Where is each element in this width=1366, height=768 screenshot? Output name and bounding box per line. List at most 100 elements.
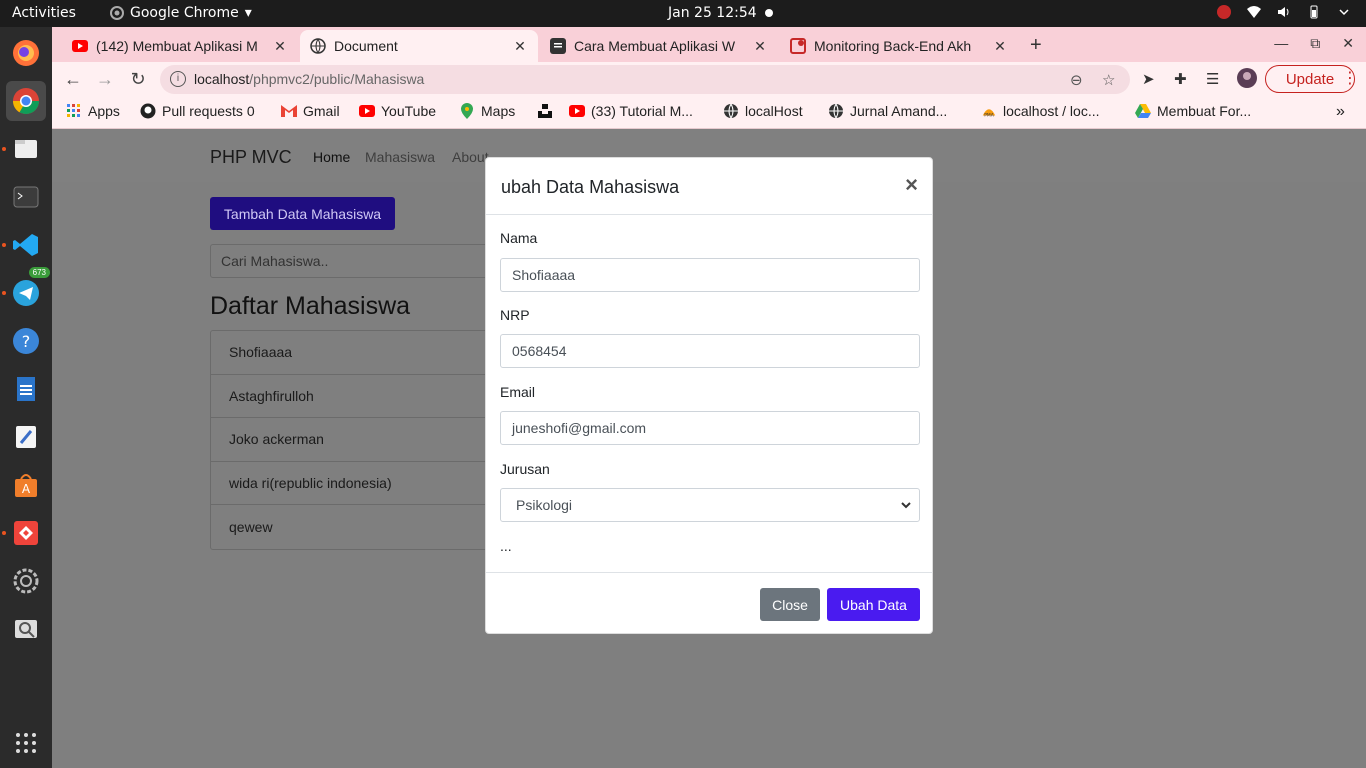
site-brand[interactable]: PHP MVC (210, 147, 292, 168)
cursor-extension-icon[interactable]: ➤ (1142, 70, 1155, 88)
text-editor-icon (16, 426, 36, 448)
tab-close-icon[interactable]: ✕ (992, 38, 1008, 55)
bookmark-apps[interactable]: Apps (66, 103, 120, 119)
apps-grid-icon (66, 103, 82, 119)
bookmarks-bar: Apps Pull requests 0 Gmail YouTube Maps … (52, 96, 1366, 129)
new-tab-plus-icon[interactable]: + (1030, 34, 1042, 57)
telegram-dock-item[interactable]: 673 (6, 267, 50, 313)
search-input[interactable]: Cari Mahasiswa.. (210, 244, 510, 278)
volume-icon[interactable] (1276, 4, 1292, 20)
tab-cara-membuat[interactable]: Cara Membuat Aplikasi W ✕ (540, 30, 778, 62)
jurusan-select[interactable]: Psikologi (500, 488, 920, 522)
list-item[interactable]: Shofiaaaa (211, 331, 509, 375)
tab-title: Monitoring Back-End Akh (814, 38, 972, 54)
power-menu-icon[interactable] (1336, 4, 1352, 20)
wifi-icon[interactable] (1246, 4, 1262, 20)
reading-list-icon[interactable]: ☰ (1206, 70, 1219, 88)
list-item[interactable]: Astaghfirulloh (211, 375, 509, 419)
terminal-dock-item[interactable] (6, 177, 46, 217)
close-window-icon[interactable]: ✕ (1342, 35, 1354, 52)
bookmark-label: localHost (745, 103, 803, 119)
help-dock-item[interactable]: ? (6, 321, 46, 361)
back-arrow-icon[interactable]: ← (62, 68, 84, 90)
activities-button[interactable]: Activities (12, 5, 76, 21)
bookmark-maps[interactable]: Maps (459, 103, 515, 119)
tab-close-icon[interactable]: ✕ (752, 38, 768, 55)
site-info-icon[interactable]: i (170, 71, 186, 87)
ubah-data-button[interactable]: Ubah Data (827, 588, 920, 621)
extensions-puzzle-icon[interactable]: ✚ (1174, 70, 1187, 88)
battery-icon[interactable] (1306, 4, 1322, 20)
list-item[interactable]: qewew (211, 505, 509, 549)
bookmark-unsplash[interactable] (537, 103, 553, 119)
url-text[interactable]: localhost/phpmvc2/public/Mahasiswa (194, 71, 424, 87)
nama-input[interactable]: Shofiaaaa (500, 258, 920, 292)
unsplash-icon (537, 103, 553, 119)
list-item[interactable]: wida ri(republic indonesia) (211, 462, 509, 506)
nav-home[interactable]: Home (313, 149, 350, 165)
reload-icon[interactable]: ↻ (127, 68, 149, 90)
tab-close-icon[interactable]: ✕ (272, 38, 288, 55)
bookmark-label: Jurnal Amand... (850, 103, 948, 119)
bookmark-membuat[interactable]: Membuat For... (1135, 103, 1251, 119)
screenshot-dock-item[interactable] (6, 609, 46, 649)
anydesk-dock-item[interactable] (6, 513, 46, 553)
tab-document[interactable]: Document ✕ (300, 30, 538, 62)
bookmark-jurnal[interactable]: Jurnal Amand... (828, 103, 947, 119)
bookmark-star-icon[interactable]: ☆ (1102, 71, 1115, 89)
chrome-dock-item[interactable] (6, 81, 46, 121)
close-button[interactable]: Close (760, 588, 820, 621)
bookmark-phpmyadmin[interactable]: PMA localhost / loc... (981, 103, 1100, 119)
tab-youtube[interactable]: (142) Membuat Aplikasi M ✕ (62, 30, 298, 62)
add-student-button[interactable]: Tambah Data Mahasiswa (210, 197, 395, 230)
bookmark-localhost[interactable]: localHost (723, 103, 803, 119)
gmail-icon (281, 103, 297, 119)
modal-close-icon[interactable]: × (905, 172, 918, 198)
notification-dot (765, 9, 773, 17)
menu-kebab-icon[interactable]: ⋮ (1342, 68, 1358, 88)
settings-dock-item[interactable] (6, 561, 46, 601)
globe-icon (828, 103, 844, 119)
nav-about[interactable]: About (452, 149, 489, 165)
more-bookmarks-chevron-icon[interactable]: » (1336, 103, 1345, 121)
files-dock-item[interactable] (6, 129, 46, 169)
minimize-icon[interactable]: — (1274, 35, 1288, 52)
software-dock-item[interactable]: A (6, 465, 46, 505)
running-indicator (2, 243, 6, 247)
maximize-icon[interactable]: ⧉ (1310, 35, 1320, 52)
bookmark-pull-requests[interactable]: Pull requests 0 (140, 103, 255, 119)
clock[interactable]: Jan 25 12:54 (668, 5, 757, 21)
drive-icon (1135, 103, 1151, 119)
bookmark-label: Maps (481, 103, 516, 119)
bookmark-gmail[interactable]: Gmail (281, 103, 340, 119)
system-tray[interactable] (1216, 4, 1352, 20)
address-bar[interactable]: i localhost/phpmvc2/public/Mahasiswa ⊖ ☆ (160, 65, 1130, 94)
nrp-input[interactable]: 0568454 (500, 334, 920, 368)
tab-monitoring[interactable]: Monitoring Back-End Akh ✕ (780, 30, 1018, 62)
tab-close-icon[interactable]: ✕ (512, 38, 528, 55)
tab-title: Cara Membuat Aplikasi W (574, 38, 736, 54)
list-item[interactable]: Joko ackerman (211, 418, 509, 462)
tab-title: (142) Membuat Aplikasi M (96, 38, 258, 54)
email-input[interactable]: juneshofi@gmail.com (500, 411, 920, 445)
avatar-icon (1237, 68, 1257, 88)
bookmark-youtube[interactable]: YouTube (359, 103, 436, 119)
record-indicator-icon[interactable] (1216, 4, 1232, 20)
text-editor-dock-item[interactable] (6, 417, 46, 457)
vscode-dock-item[interactable] (6, 225, 46, 265)
firefox-dock-item[interactable] (6, 33, 46, 73)
zoom-icon[interactable]: ⊖ (1070, 71, 1083, 89)
profile-avatar[interactable] (1236, 67, 1258, 93)
show-apps-dock-item[interactable] (6, 723, 46, 763)
show-apps-icon (16, 733, 36, 753)
chevron-down-icon: ▾ (244, 5, 252, 21)
bookmark-label: localhost / loc... (1003, 103, 1100, 119)
bookmark-label: Apps (88, 103, 120, 119)
tab-strip: (142) Membuat Aplikasi M ✕ Document ✕ Ca… (52, 27, 1366, 62)
writer-dock-item[interactable] (6, 369, 46, 409)
nav-mahasiswa[interactable]: Mahasiswa (365, 149, 435, 165)
bookmark-tutorial[interactable]: (33) Tutorial M... (569, 103, 693, 119)
doc-icon (550, 38, 566, 54)
app-menu[interactable]: Google Chrome ▾ (110, 5, 252, 21)
forward-arrow-icon[interactable]: → (94, 68, 116, 90)
